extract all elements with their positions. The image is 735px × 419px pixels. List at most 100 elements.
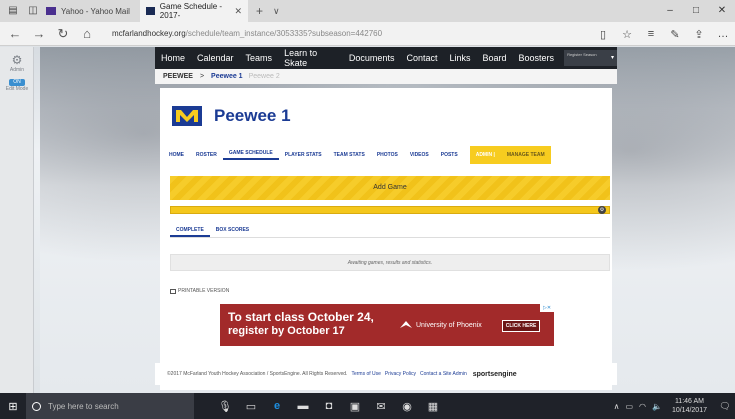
admin-button[interactable]: ⚙ Admin — [0, 47, 34, 73]
admin-label: Admin — [9, 67, 25, 73]
windows-taskbar: ⊞ Type here to search 🎙 ▭ e ▬ ◘ ▣ ✉ ◉ ▦ … — [0, 393, 735, 419]
tab-team-stats[interactable]: TEAM STATS — [328, 152, 371, 158]
phoenix-logo-icon — [400, 321, 412, 328]
tab-complete[interactable]: COMPLETE — [170, 224, 210, 237]
printable-version-link[interactable]: PRINTABLE VERSION — [170, 288, 229, 294]
season-select-label: Register Season — [567, 52, 597, 57]
nav-calendar[interactable]: Calendar — [191, 53, 240, 63]
toggle-switch: ON — [9, 79, 25, 86]
clock-date: 10/14/2017 — [671, 407, 707, 414]
minimize-icon[interactable]: – — [657, 0, 683, 22]
cortana-icon — [32, 401, 41, 411]
advertisement-banner[interactable]: To start class October 24, register by O… — [220, 304, 554, 346]
tab-manager-icon[interactable]: ▤ — [6, 4, 20, 18]
yahoo-mail-favicon-icon — [46, 7, 56, 15]
team-logo-icon — [172, 106, 202, 126]
tab-manage-team[interactable]: MANAGE TEAM — [501, 152, 551, 158]
tabs-aside-icon[interactable]: ◫ — [26, 4, 40, 18]
task-view-icon[interactable]: ▭ — [238, 400, 264, 413]
edit-mode-label: Edit Mode — [5, 86, 29, 92]
maximize-icon[interactable]: □ — [683, 0, 709, 22]
favorites-hub-icon[interactable]: ≡ — [639, 28, 663, 40]
tab-photos[interactable]: PHOTOS — [371, 152, 404, 158]
edit-mode-toggle[interactable]: ON Edit Mode — [0, 73, 34, 92]
browser-tab-game-schedule[interactable]: Game Schedule - 2017- ✕ — [140, 0, 248, 22]
tab-roster[interactable]: ROSTER — [190, 152, 223, 158]
footer-terms-link[interactable]: Terms of Use — [351, 371, 380, 377]
ad-choices-icon[interactable]: ▷✕ — [540, 304, 554, 312]
microphone-icon[interactable]: 🎙 — [212, 400, 238, 413]
wifi-icon[interactable]: ◠ — [639, 402, 646, 411]
action-center-icon[interactable]: 🗨 — [715, 401, 735, 412]
add-game-button[interactable]: Add Game — [170, 176, 610, 200]
back-icon[interactable]: ← — [6, 26, 24, 41]
more-icon[interactable]: … — [711, 28, 735, 40]
sportsengine-logo[interactable]: sportsengine — [473, 371, 517, 378]
chrome-icon[interactable]: ◉ — [394, 400, 420, 413]
show-hidden-icons-icon[interactable]: ∧ — [614, 402, 620, 411]
nav-documents[interactable]: Documents — [343, 53, 401, 63]
url-path: /schedule/team_instance/3053335?subseaso… — [185, 29, 383, 38]
footer-copyright: ©2017 McFarland Youth Hockey Association… — [167, 371, 348, 377]
store-icon[interactable]: ◘ — [316, 400, 342, 413]
tab-title: Game Schedule - 2017- — [159, 2, 223, 20]
nav-links[interactable]: Links — [443, 53, 476, 63]
battery-icon[interactable]: ▭ — [625, 402, 633, 411]
tab-admin[interactable]: ADMIN | — [470, 152, 501, 158]
nav-teams[interactable]: Teams — [240, 53, 279, 63]
edge-icon[interactable]: e — [264, 400, 290, 413]
season-select[interactable]: Register Season ▾ — [564, 50, 617, 66]
close-tab-icon[interactable]: ✕ — [234, 6, 242, 17]
forward-icon[interactable]: → — [30, 26, 48, 41]
page-viewport: ⚙ Admin ON Edit Mode Home Calendar Teams… — [0, 47, 735, 393]
taskbar-search[interactable]: Type here to search — [26, 393, 194, 419]
share-icon[interactable]: ⇪ — [687, 28, 711, 41]
new-tab-icon[interactable]: + — [256, 4, 263, 18]
breadcrumb-current[interactable]: Peewee 1 — [211, 73, 243, 80]
printer-icon — [170, 288, 176, 294]
footer-privacy-link[interactable]: Privacy Policy — [385, 371, 416, 377]
reading-view-icon[interactable]: ▯ — [591, 28, 615, 41]
breadcrumb-sibling[interactable]: Peewee 2 — [249, 73, 280, 80]
file-explorer-icon[interactable]: ▬ — [290, 400, 316, 413]
tab-game-schedule[interactable]: GAME SCHEDULE — [222, 150, 279, 160]
ad-subline: register by October 17 — [228, 325, 345, 337]
tab-home[interactable]: HOME — [163, 152, 190, 158]
nav-contact[interactable]: Contact — [400, 53, 443, 63]
url-field[interactable]: mcfarlandhockey.org/schedule/team_instan… — [112, 29, 382, 38]
ad-cta-button[interactable]: CLICK HERE — [502, 320, 540, 332]
browser-actions: ▯ ☆ ≡ ✎ ⇪ … — [591, 22, 735, 46]
tab-videos[interactable]: VIDEOS — [404, 152, 435, 158]
printable-label: PRINTABLE VERSION — [178, 288, 230, 294]
tab-player-stats[interactable]: PLAYER STATS — [279, 152, 328, 158]
windows-start-icon[interactable]: ⊞ — [0, 400, 26, 413]
team-name: Peewee 1 — [214, 106, 291, 125]
sportsengine-favicon-icon — [146, 7, 155, 15]
chevron-down-icon: ▾ — [610, 55, 614, 61]
nav-board[interactable]: Board — [477, 53, 513, 63]
nav-boosters[interactable]: Boosters — [513, 53, 561, 63]
mail-icon[interactable]: ✉ — [368, 400, 394, 413]
breadcrumb-root[interactable]: PEEWEE — [163, 73, 193, 80]
nav-home[interactable]: Home — [155, 53, 191, 63]
browser-tab-yahoo[interactable]: Yahoo - Yahoo Mail — [40, 0, 140, 22]
close-window-icon[interactable]: ✕ — [709, 0, 735, 22]
favorite-star-icon[interactable]: ☆ — [615, 28, 639, 41]
system-tray: ∧ ▭ ◠ 🔈 11:46 AM 10/14/2017 🗨 — [614, 393, 735, 419]
photos-icon[interactable]: ▣ — [342, 400, 368, 413]
volume-icon[interactable]: 🔈 — [652, 402, 662, 411]
tab-preview-chevron-icon[interactable]: ∨ — [273, 6, 280, 17]
tab-box-scores[interactable]: BOX SCORES — [210, 224, 255, 237]
ad-headline: To start class October 24, — [228, 310, 374, 324]
admin-toolbar: ⚙ — [170, 206, 610, 214]
home-icon[interactable]: ⌂ — [78, 26, 96, 41]
app-icon[interactable]: ▦ — [420, 400, 446, 413]
web-note-icon[interactable]: ✎ — [663, 28, 687, 41]
tab-posts[interactable]: POSTS — [435, 152, 464, 158]
admin-sidebar: ⚙ Admin ON Edit Mode — [0, 47, 34, 393]
taskbar-clock[interactable]: 11:46 AM 10/14/2017 — [672, 397, 707, 415]
settings-gear-icon[interactable]: ⚙ — [598, 206, 606, 214]
refresh-icon[interactable]: ↻ — [54, 26, 72, 42]
footer-contact-link[interactable]: Contact a Site Admin — [420, 371, 467, 377]
nav-learn-to-skate[interactable]: Learn to Skate — [278, 48, 343, 68]
